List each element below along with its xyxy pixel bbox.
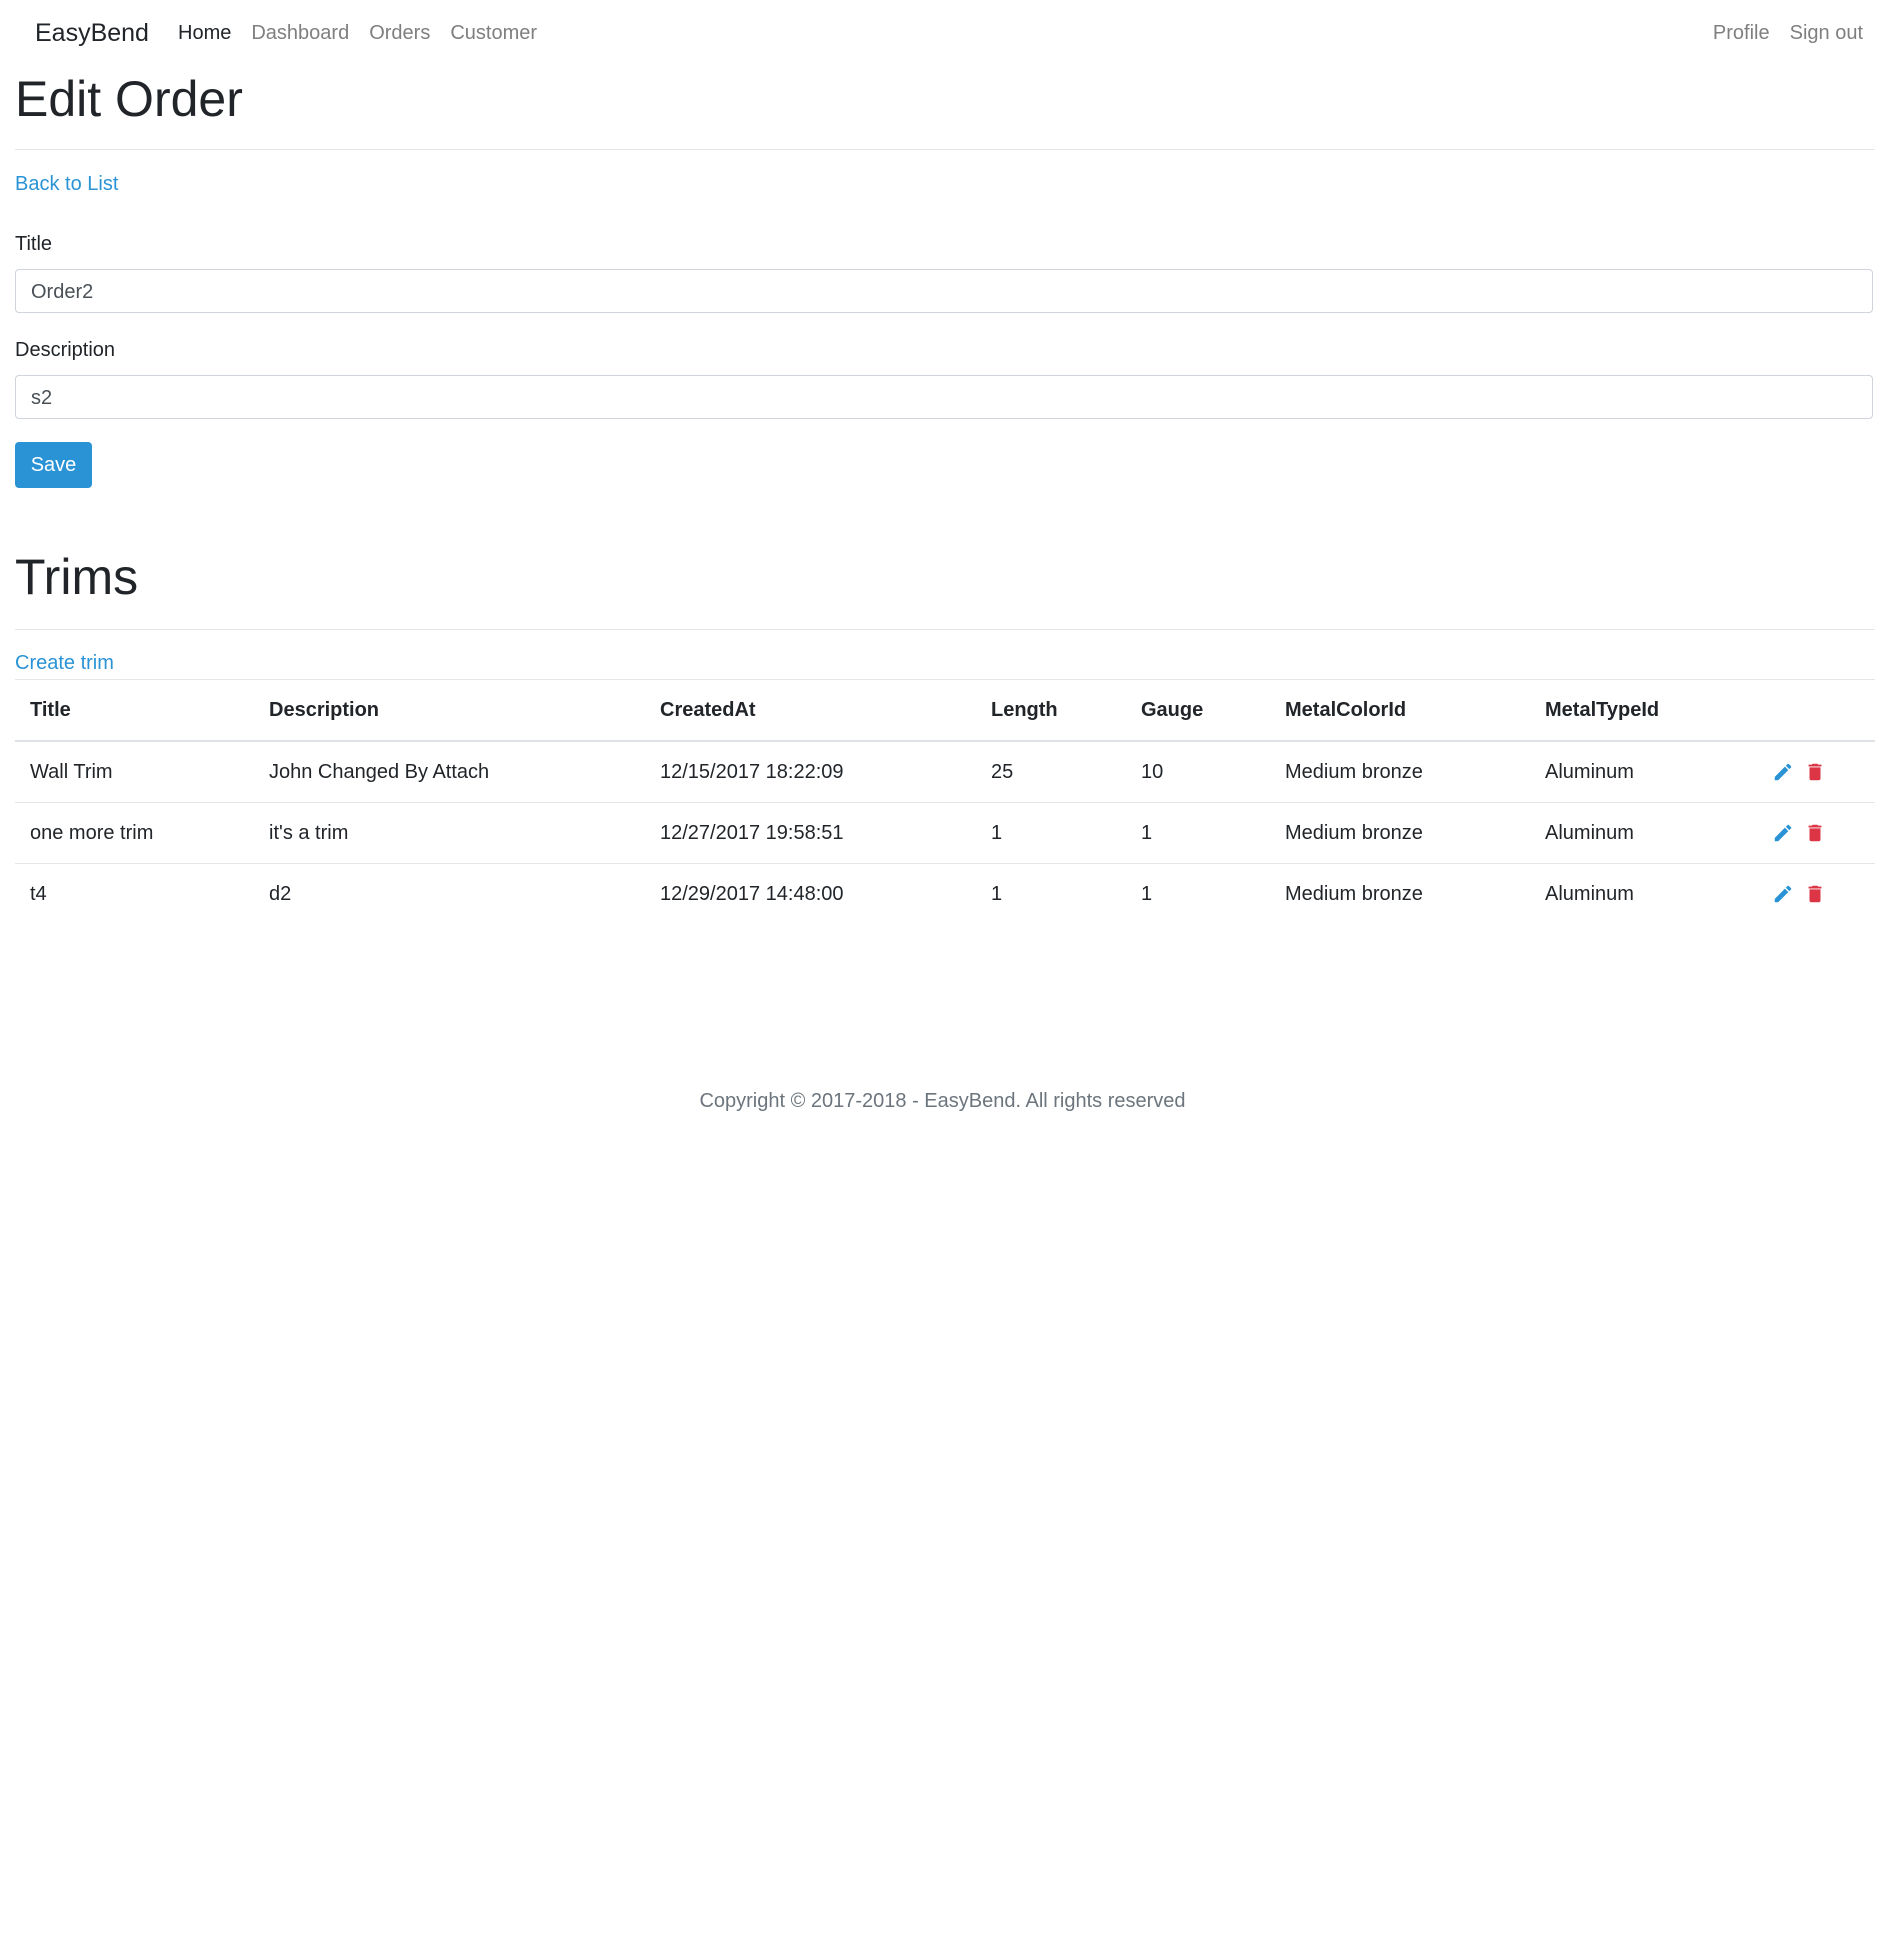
row-actions [1757, 741, 1875, 803]
title-divider [15, 149, 1875, 150]
edit-icon[interactable] [1772, 761, 1794, 783]
cell-created-at: 12/15/2017 18:22:09 [660, 760, 844, 783]
description-label: Description [15, 339, 116, 361]
cell-length: 1 [976, 863, 1126, 924]
page-title: Edit Order [15, 71, 243, 127]
col-gauge: Gauge [1126, 679, 1270, 742]
edit-icon[interactable] [1772, 822, 1794, 844]
cell-length: 25 [991, 760, 1014, 783]
trims-heading: Trims [15, 549, 139, 605]
row-actions [1757, 802, 1875, 864]
cell-gauge: 10 [1141, 760, 1164, 783]
footer-copyright: Copyright © 2017-2018 - EasyBend. All ri… [699, 1090, 1186, 1112]
col-metal-color-id: MetalColorId [1270, 679, 1530, 742]
nav-main: Home Dashboard Orders Customer [178, 22, 537, 45]
cell-description: d2 [254, 863, 645, 924]
brand-logo[interactable]: EasyBend [35, 19, 149, 48]
trash-icon[interactable] [1804, 822, 1826, 844]
save-button[interactable]: Save [15, 442, 92, 488]
cell-metal-color: Medium bronze [1285, 760, 1423, 783]
back-to-list-link[interactable]: Back to List [15, 173, 118, 196]
cell-title: t4 [15, 863, 254, 924]
navbar: EasyBend Home Dashboard Orders Customer … [0, 0, 1885, 70]
table-header-row: Title Description CreatedAt Length Gauge… [15, 679, 1875, 742]
nav-sign-out[interactable]: Sign out [1790, 22, 1863, 45]
cell-length: 1 [976, 802, 1126, 864]
cell-metal-type: Aluminum [1530, 863, 1757, 924]
cell-created-at: 12/29/2017 14:48:00 [645, 863, 976, 924]
cell-metal-color: Medium bronze [1270, 802, 1530, 864]
nav-customer[interactable]: Customer [450, 22, 537, 45]
col-title: Title [15, 679, 254, 742]
col-actions [1757, 679, 1875, 742]
cell-title: one more trim [15, 802, 254, 864]
trash-icon[interactable] [1804, 761, 1826, 783]
col-created-at: CreatedAt [645, 679, 976, 742]
table-row: t4 d2 12/29/2017 14:48:00 1 1 Medium bro… [15, 863, 1875, 924]
nav-orders[interactable]: Orders [369, 22, 430, 45]
trims-divider [15, 629, 1875, 630]
cell-metal-type: Aluminum [1545, 760, 1634, 783]
cell-gauge: 1 [1126, 863, 1270, 924]
nav-dashboard[interactable]: Dashboard [251, 22, 349, 45]
col-metal-type-id: MetalTypeId [1530, 679, 1757, 742]
col-description: Description [254, 679, 645, 742]
title-input[interactable]: Order2 [15, 269, 1873, 313]
cell-description: it's a trim [254, 802, 645, 864]
description-input[interactable]: s2 [15, 375, 1873, 419]
cell-created-at: 12/27/2017 19:58:51 [645, 802, 976, 864]
row-actions [1757, 863, 1875, 924]
cell-metal-color: Medium bronze [1270, 863, 1530, 924]
table-row: one more trim it's a trim 12/27/2017 19:… [15, 802, 1875, 864]
nav-home[interactable]: Home [178, 22, 231, 45]
col-length: Length [976, 679, 1126, 742]
trash-icon[interactable] [1804, 883, 1826, 905]
table-row: Wall Trim John Changed By Attach 12/15/2… [15, 741, 1875, 803]
nav-account: Profile Sign out [1713, 22, 1883, 45]
cell-metal-type: Aluminum [1530, 802, 1757, 864]
cell-description: John Changed By Attach [269, 760, 490, 783]
trims-table: Title Description CreatedAt Length Gauge… [15, 679, 1875, 924]
edit-icon[interactable] [1772, 883, 1794, 905]
nav-profile[interactable]: Profile [1713, 22, 1770, 45]
title-label: Title [15, 233, 53, 255]
cell-gauge: 1 [1126, 802, 1270, 864]
create-trim-link[interactable]: Create trim [15, 652, 114, 675]
cell-title: Wall Trim [30, 760, 113, 783]
